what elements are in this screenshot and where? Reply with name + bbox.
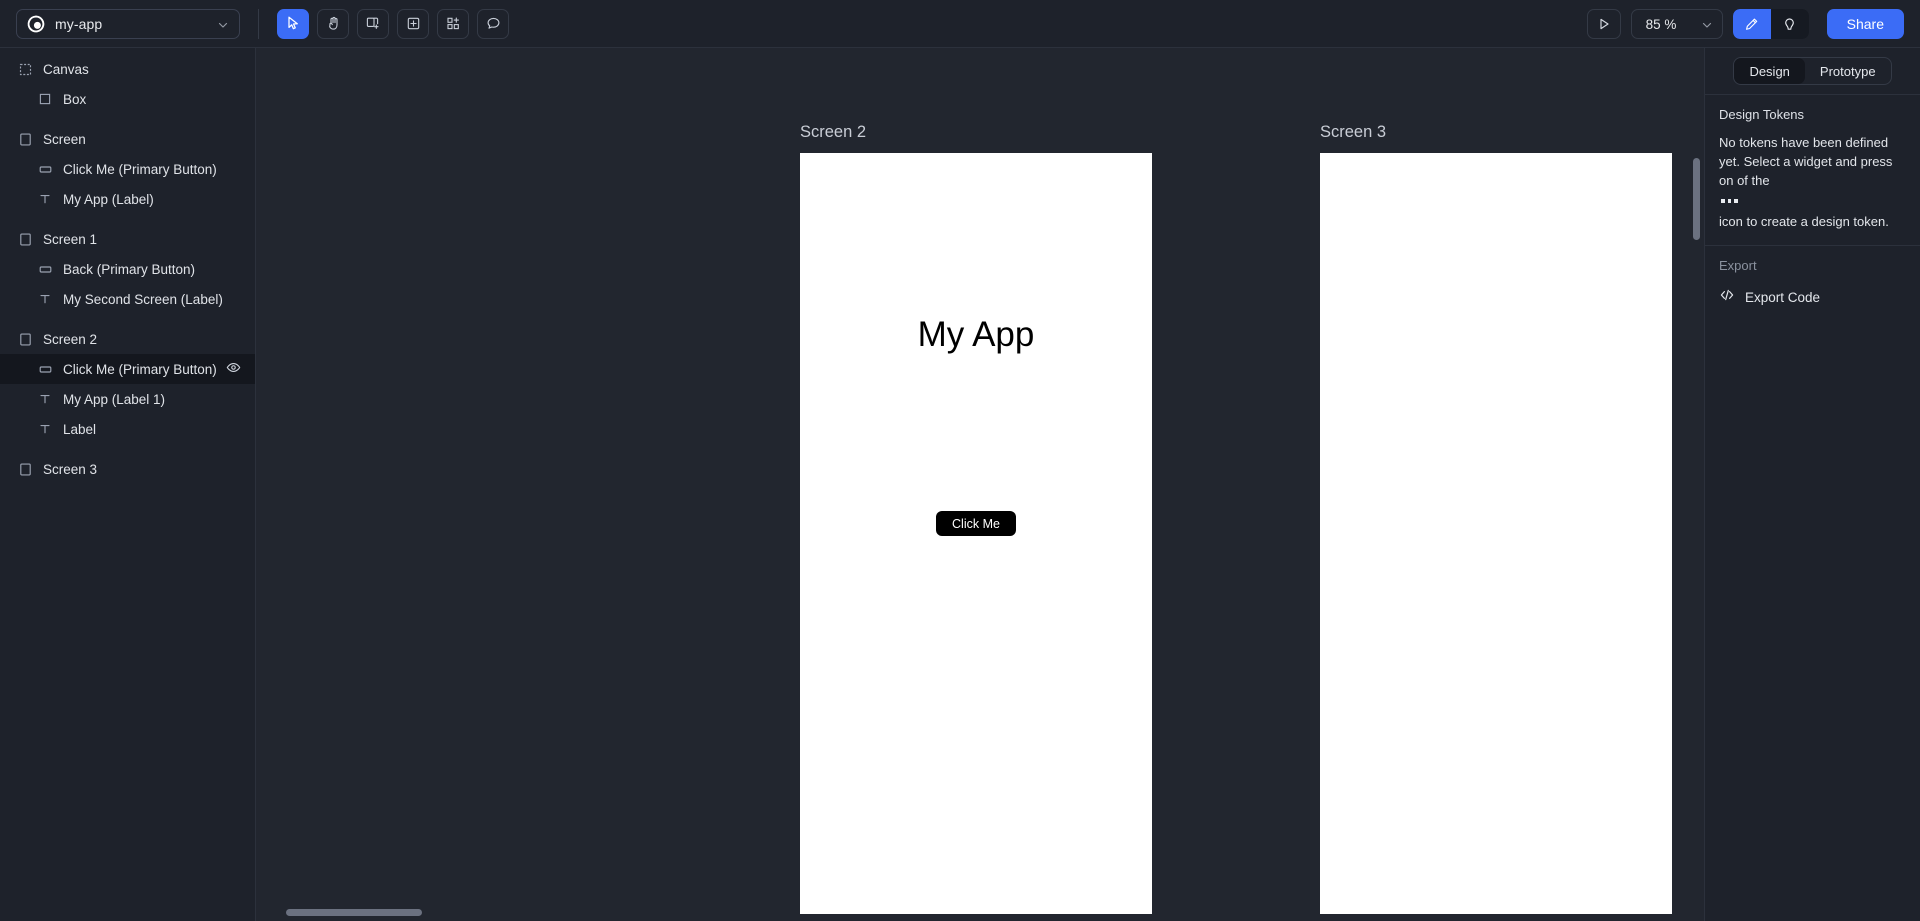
layer-row-box[interactable]: Box	[0, 84, 255, 114]
layer-label: Back (Primary Button)	[63, 261, 196, 277]
canvas-vertical-scrollbar[interactable]	[1693, 158, 1700, 240]
ellipsis-icon	[1721, 199, 1906, 203]
layer-label: Label	[63, 421, 97, 437]
tool-hand-button[interactable]	[317, 8, 349, 39]
screen-icon	[18, 232, 32, 246]
tab-prototype[interactable]: Prototype	[1805, 58, 1891, 84]
inspector-panel: Design Prototype Design Tokens No tokens…	[1704, 48, 1920, 921]
layer-row-screen-label[interactable]: My App (Label)	[0, 184, 255, 214]
text-icon	[38, 392, 52, 406]
text-icon	[38, 192, 52, 206]
chevron-down-icon	[1701, 18, 1713, 30]
inspector-tabs: Design Prototype	[1705, 48, 1920, 95]
design-canvas[interactable]: Screen 2 My App Click Me Screen 3	[256, 48, 1704, 921]
design-tokens-section: Design Tokens No tokens have been define…	[1705, 95, 1920, 246]
layer-row-screen1-button[interactable]: Back (Primary Button)	[0, 254, 255, 284]
mode-interact-button[interactable]	[1770, 9, 1809, 39]
layer-group-spacer	[0, 444, 255, 454]
button-icon	[38, 362, 52, 376]
layer-label: Screen 1	[43, 231, 98, 247]
layer-row-screen1-label[interactable]: My Second Screen (Label)	[0, 284, 255, 314]
layer-label: Click Me (Primary Button)	[63, 361, 217, 377]
artboard-heading-label[interactable]: My App	[800, 315, 1152, 355]
export-code-button[interactable]: Export Code	[1705, 273, 1920, 308]
code-brackets-icon	[1719, 287, 1735, 308]
artboard-wrapper-screen-3: Screen 3	[1320, 123, 1672, 914]
artboard-title-screen-3[interactable]: Screen 3	[1320, 123, 1672, 142]
quant-ui-logo-icon	[27, 15, 45, 33]
project-selector[interactable]: my-app	[16, 8, 240, 39]
export-section-label: Export	[1719, 257, 1757, 273]
zoom-level-selector[interactable]: 85 %	[1630, 9, 1723, 39]
export-code-label: Export Code	[1745, 289, 1821, 305]
tool-add-screen-button[interactable]	[357, 8, 389, 39]
toolbar-right-group: 85 % Share	[1586, 0, 1904, 48]
mode-edit-button[interactable]	[1732, 9, 1771, 39]
layer-label: Click Me (Primary Button)	[63, 161, 217, 177]
layer-group-spacer	[0, 314, 255, 324]
project-name: my-app	[55, 15, 103, 32]
artboard-title-screen-2[interactable]: Screen 2	[800, 123, 1152, 142]
layer-row-screen2-label1[interactable]: My App (Label 1)	[0, 384, 255, 414]
artboard-primary-button[interactable]: Click Me	[936, 511, 1016, 536]
layer-row-canvas[interactable]: Canvas	[0, 54, 255, 84]
button-icon	[38, 262, 52, 276]
tool-add-widget-button[interactable]	[397, 8, 429, 39]
app-root: my-app 85 % Share Canvas Box Screen Clic…	[0, 0, 1920, 921]
zoom-level-value: 85 %	[1645, 16, 1677, 32]
layer-group-spacer	[0, 114, 255, 124]
artboard-screen-2[interactable]: My App Click Me	[800, 153, 1152, 914]
artboard-wrapper-screen-2: Screen 2 My App Click Me	[800, 123, 1152, 914]
canvas-horizontal-scrollbar[interactable]	[286, 909, 422, 916]
tool-group	[277, 8, 509, 39]
text-icon	[38, 292, 52, 306]
layer-label: Screen	[43, 131, 86, 147]
export-section: Export	[1705, 246, 1920, 273]
share-button[interactable]: Share	[1826, 9, 1904, 39]
layer-row-screen2-button[interactable]: Click Me (Primary Button)	[0, 354, 255, 384]
screen-icon	[18, 132, 32, 146]
design-tokens-note-after: icon to create a design token.	[1719, 213, 1889, 229]
layer-label: Canvas	[43, 61, 89, 77]
layer-row-screen-3[interactable]: Screen 3	[0, 454, 255, 484]
toolbar-divider	[258, 8, 259, 39]
layer-row-screen-1[interactable]: Screen 1	[0, 224, 255, 254]
text-icon	[38, 422, 52, 436]
design-tokens-title: Design Tokens	[1719, 107, 1805, 122]
eye-visibility-icon[interactable]	[226, 360, 241, 378]
layer-label: Screen 2	[43, 331, 98, 347]
layer-label: My App (Label 1)	[63, 391, 166, 407]
layer-row-screen[interactable]: Screen	[0, 124, 255, 154]
layer-label: Box	[63, 91, 87, 107]
layer-row-screen-button[interactable]: Click Me (Primary Button)	[0, 154, 255, 184]
button-icon	[38, 162, 52, 176]
tool-comment-button[interactable]	[477, 8, 509, 39]
top-toolbar: my-app 85 % Share	[0, 0, 1920, 48]
tab-design[interactable]: Design	[1734, 58, 1805, 84]
tool-components-button[interactable]	[437, 8, 469, 39]
tool-select-button[interactable]	[277, 8, 309, 39]
screen-icon	[18, 462, 32, 476]
layers-panel: Canvas Box Screen Click Me (Primary Button)…	[0, 48, 256, 921]
chevron-down-icon	[217, 18, 229, 30]
layer-row-screen-2[interactable]: Screen 2	[0, 324, 255, 354]
artboard-screen-3[interactable]	[1320, 153, 1672, 914]
dashed-square-icon	[18, 62, 32, 76]
layer-label: My Second Screen (Label)	[63, 291, 223, 307]
layer-label: My App (Label)	[63, 191, 154, 207]
square-icon	[38, 92, 52, 106]
preview-play-button[interactable]	[1586, 9, 1621, 39]
design-tokens-note-before: No tokens have been defined yet. Select …	[1719, 135, 1893, 188]
layer-group-spacer	[0, 214, 255, 224]
main-area: Canvas Box Screen Click Me (Primary Button)…	[0, 48, 1920, 921]
mode-toggle-group	[1732, 9, 1809, 39]
layer-label: Screen 3	[43, 461, 98, 477]
screen-icon	[18, 332, 32, 346]
layer-row-screen2-label2[interactable]: Label	[0, 414, 255, 444]
